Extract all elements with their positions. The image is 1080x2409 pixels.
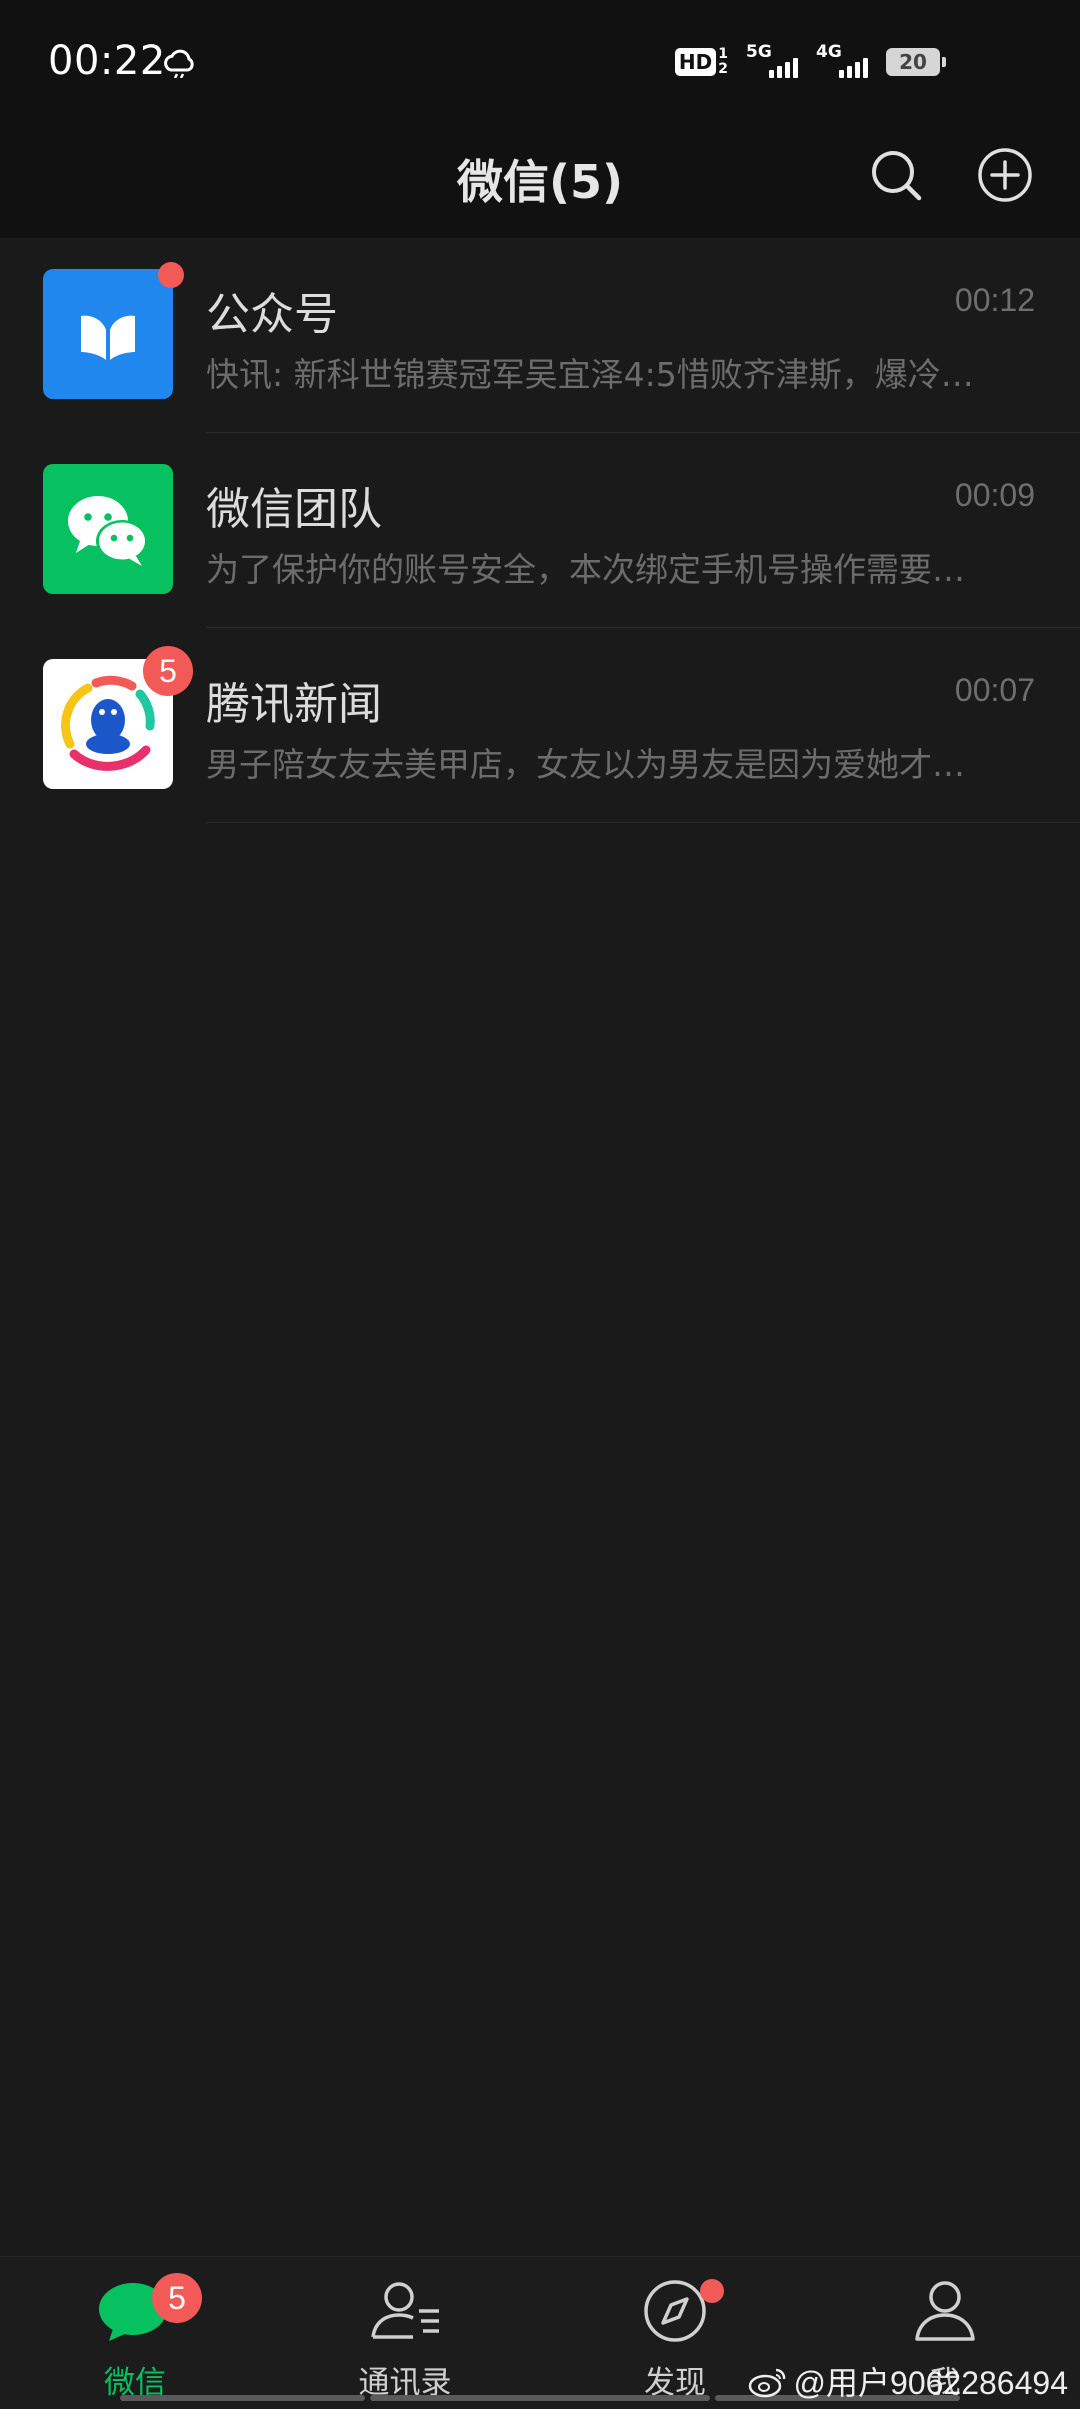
hd-label: HD	[674, 48, 717, 76]
chat-time: 00:07	[954, 672, 1035, 708]
gesture-bar	[370, 2395, 710, 2401]
status-bar: 00:22 HD 1 2 5G 4G 20	[0, 0, 1080, 118]
chat-time: 00:12	[954, 282, 1035, 318]
chat-preview: 快讯: 新科世锦赛冠军吴宜泽4:5惜败齐津斯，爆冷…	[206, 355, 974, 394]
tab-unread-badge: 5	[152, 2273, 202, 2323]
chat-name: 公众号	[206, 289, 338, 340]
chat-name: 腾讯新闻	[206, 679, 382, 730]
chat-time: 00:09	[954, 477, 1035, 513]
chat-preview: 男子陪女友去美甲店，女友以为男友是因为爱她才…	[206, 745, 965, 784]
chat-name: 微信团队	[206, 484, 382, 535]
watermark: @用户9062286494	[748, 2358, 1068, 2404]
battery-icon: 20	[886, 48, 946, 76]
add-button[interactable]	[973, 143, 1037, 207]
chat-list: 公众号 00:12 快讯: 新科世锦赛冠军吴宜泽4:5惜败齐津斯，爆冷… 微信团…	[0, 238, 1080, 823]
status-time: 00:22	[48, 38, 166, 84]
plus-circle-icon	[978, 148, 1032, 202]
status-indicators: HD 1 2 5G 4G 20	[674, 42, 946, 82]
hd-sim-numbers: 1 2	[718, 47, 728, 77]
app-header: 微信(5)	[0, 118, 1080, 238]
divider	[206, 822, 1080, 823]
chat-item-tencent-news[interactable]: 5 腾讯新闻 00:07 男子陪女友去美甲店，女友以为男友是因为爱她才…	[0, 628, 1080, 823]
battery-level: 20	[899, 50, 927, 74]
chat-item-wechat-team[interactable]: 微信团队 00:09 为了保护你的账号安全，本次绑定手机号操作需要…	[0, 433, 1080, 628]
avatar: 5	[43, 646, 193, 789]
chat-item-official-accounts[interactable]: 公众号 00:12 快讯: 新科世锦赛冠军吴宜泽4:5惜败齐津斯，爆冷…	[0, 238, 1080, 433]
weibo-icon	[748, 2368, 785, 2398]
official-accounts-icon	[43, 269, 173, 399]
hd-sim-top: 1	[718, 46, 728, 62]
avatar	[43, 464, 173, 594]
tab-unread-dot-badge	[700, 2279, 724, 2303]
search-icon	[872, 151, 922, 201]
hd-icon: HD 1 2	[674, 47, 728, 77]
hd-sim-bottom: 2	[718, 61, 728, 77]
weather-icon	[164, 49, 194, 78]
search-button[interactable]	[864, 143, 928, 207]
person-icon	[915, 2281, 975, 2341]
signal-icon-5g: 5G	[746, 42, 798, 82]
gesture-bar	[120, 2395, 365, 2401]
chat-preview: 为了保护你的账号安全，本次绑定手机号操作需要…	[206, 550, 965, 589]
network-label-5g: 5G	[746, 42, 772, 62]
unread-dot-badge	[158, 262, 184, 288]
watermark-text: @用户9062286494	[793, 2365, 1068, 2401]
signal-icon-4g: 4G	[816, 42, 868, 82]
tab-contacts[interactable]: 通讯录	[270, 2257, 540, 2409]
network-label-4g: 4G	[816, 42, 842, 62]
avatar	[43, 262, 184, 399]
tab-chats[interactable]: 5 微信	[0, 2257, 270, 2409]
unread-count-badge: 5	[143, 646, 193, 696]
contacts-icon	[371, 2282, 439, 2339]
wechat-icon	[43, 464, 173, 594]
